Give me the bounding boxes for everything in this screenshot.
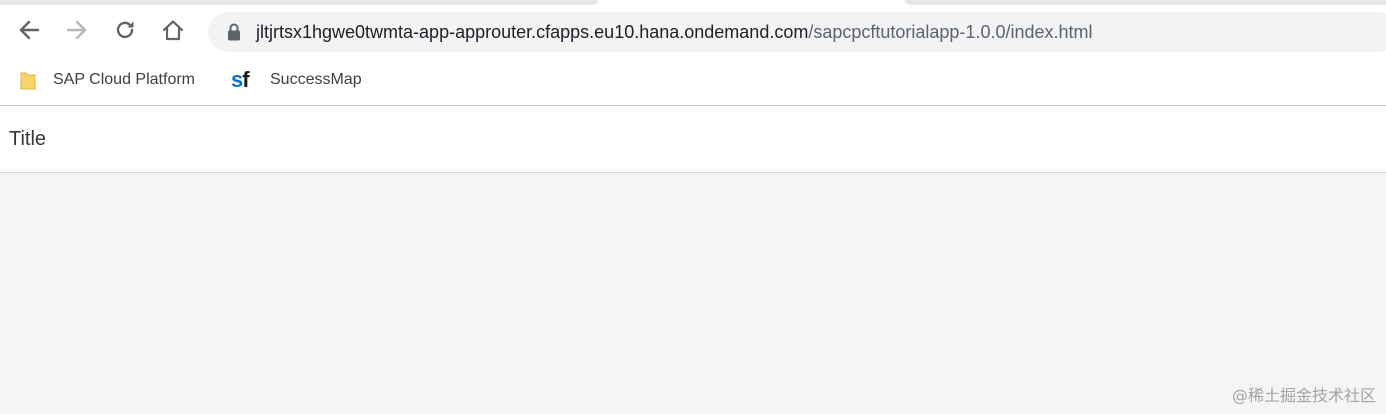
- bookmark-label: SuccessMap: [270, 71, 362, 88]
- back-arrow-icon: [19, 20, 40, 40]
- bookmark-sap-cloud-platform[interactable]: SAP Cloud Platform: [20, 68, 195, 92]
- forward-arrow-icon: [66, 20, 87, 40]
- watermark: @稀土掘金技术社区: [1231, 386, 1376, 405]
- page-title: Title: [9, 128, 47, 150]
- home-icon: [162, 20, 184, 41]
- sf-logo-icon: sf: [231, 67, 250, 92]
- bookmark-label: SAP Cloud Platform: [53, 71, 195, 88]
- url-text[interactable]: jltjrtsx1hgwe0twmta-app-approuter.cfapps…: [256, 21, 1093, 43]
- reload-button[interactable]: [110, 15, 140, 45]
- page-content: @稀土掘金技术社区: [0, 173, 1386, 414]
- bookmark-successmap[interactable]: sf SuccessMap: [231, 68, 362, 92]
- address-bar[interactable]: jltjrtsx1hgwe0twmta-app-approuter.cfapps…: [208, 12, 1386, 52]
- reload-icon: [116, 21, 134, 39]
- app-header: Title: [0, 106, 1386, 173]
- back-button[interactable]: [14, 15, 44, 45]
- forward-button[interactable]: [62, 15, 92, 45]
- url-path: /sapcpcftutorialapp-1.0.0/index.html: [808, 22, 1093, 42]
- browser-toolbar: jltjrtsx1hgwe0twmta-app-approuter.cfapps…: [0, 5, 1386, 56]
- bookmarks-bar: SAP Cloud Platform sf SuccessMap: [0, 56, 1386, 106]
- folder-icon: [20, 72, 36, 89]
- lock-icon[interactable]: [226, 23, 242, 41]
- home-button[interactable]: [158, 15, 188, 45]
- url-host: jltjrtsx1hgwe0twmta-app-approuter.cfapps…: [256, 22, 809, 42]
